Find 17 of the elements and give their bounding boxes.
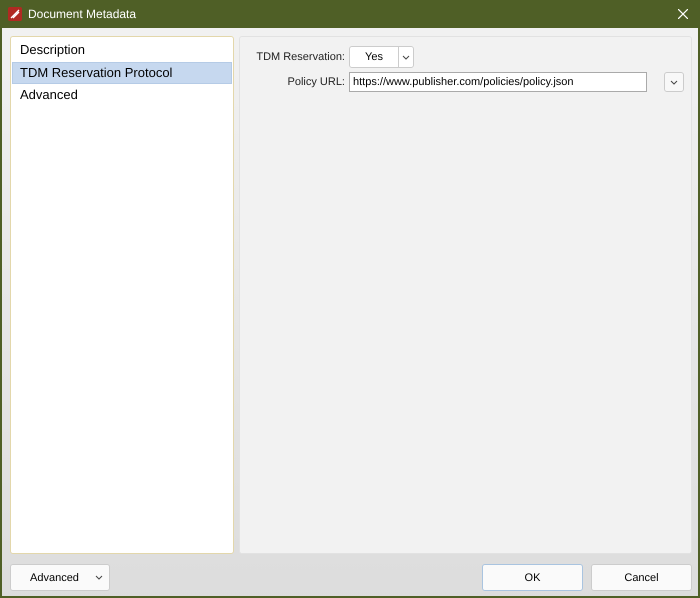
field-label: Policy URL: xyxy=(286,76,345,88)
close-icon[interactable] xyxy=(678,9,688,19)
chevron-icon xyxy=(95,575,103,580)
dialog-button[interactable]: OK xyxy=(482,564,583,591)
url-field[interactable]: https://www.publisher.com/policies/policy.json xyxy=(349,72,647,92)
app-logo-icon xyxy=(8,7,22,21)
window-title: Document Metadata xyxy=(28,7,138,21)
sidebar-item[interactable]: Advanced xyxy=(12,84,232,106)
sidebar-item[interactable]: TDM Reservation Protocol xyxy=(12,62,232,84)
field-label: TDM Reservation: xyxy=(255,51,345,63)
dropdown-button[interactable] xyxy=(664,72,684,92)
chevron-icon xyxy=(670,80,678,84)
chevron-icon xyxy=(402,54,410,60)
sidebar-item[interactable]: Description xyxy=(12,39,232,62)
reservation-dropdown[interactable]: Yes xyxy=(349,46,414,68)
dialog-button[interactable]: Cancel xyxy=(591,564,692,591)
advanced-menu-button[interactable]: Advanced xyxy=(10,564,110,591)
